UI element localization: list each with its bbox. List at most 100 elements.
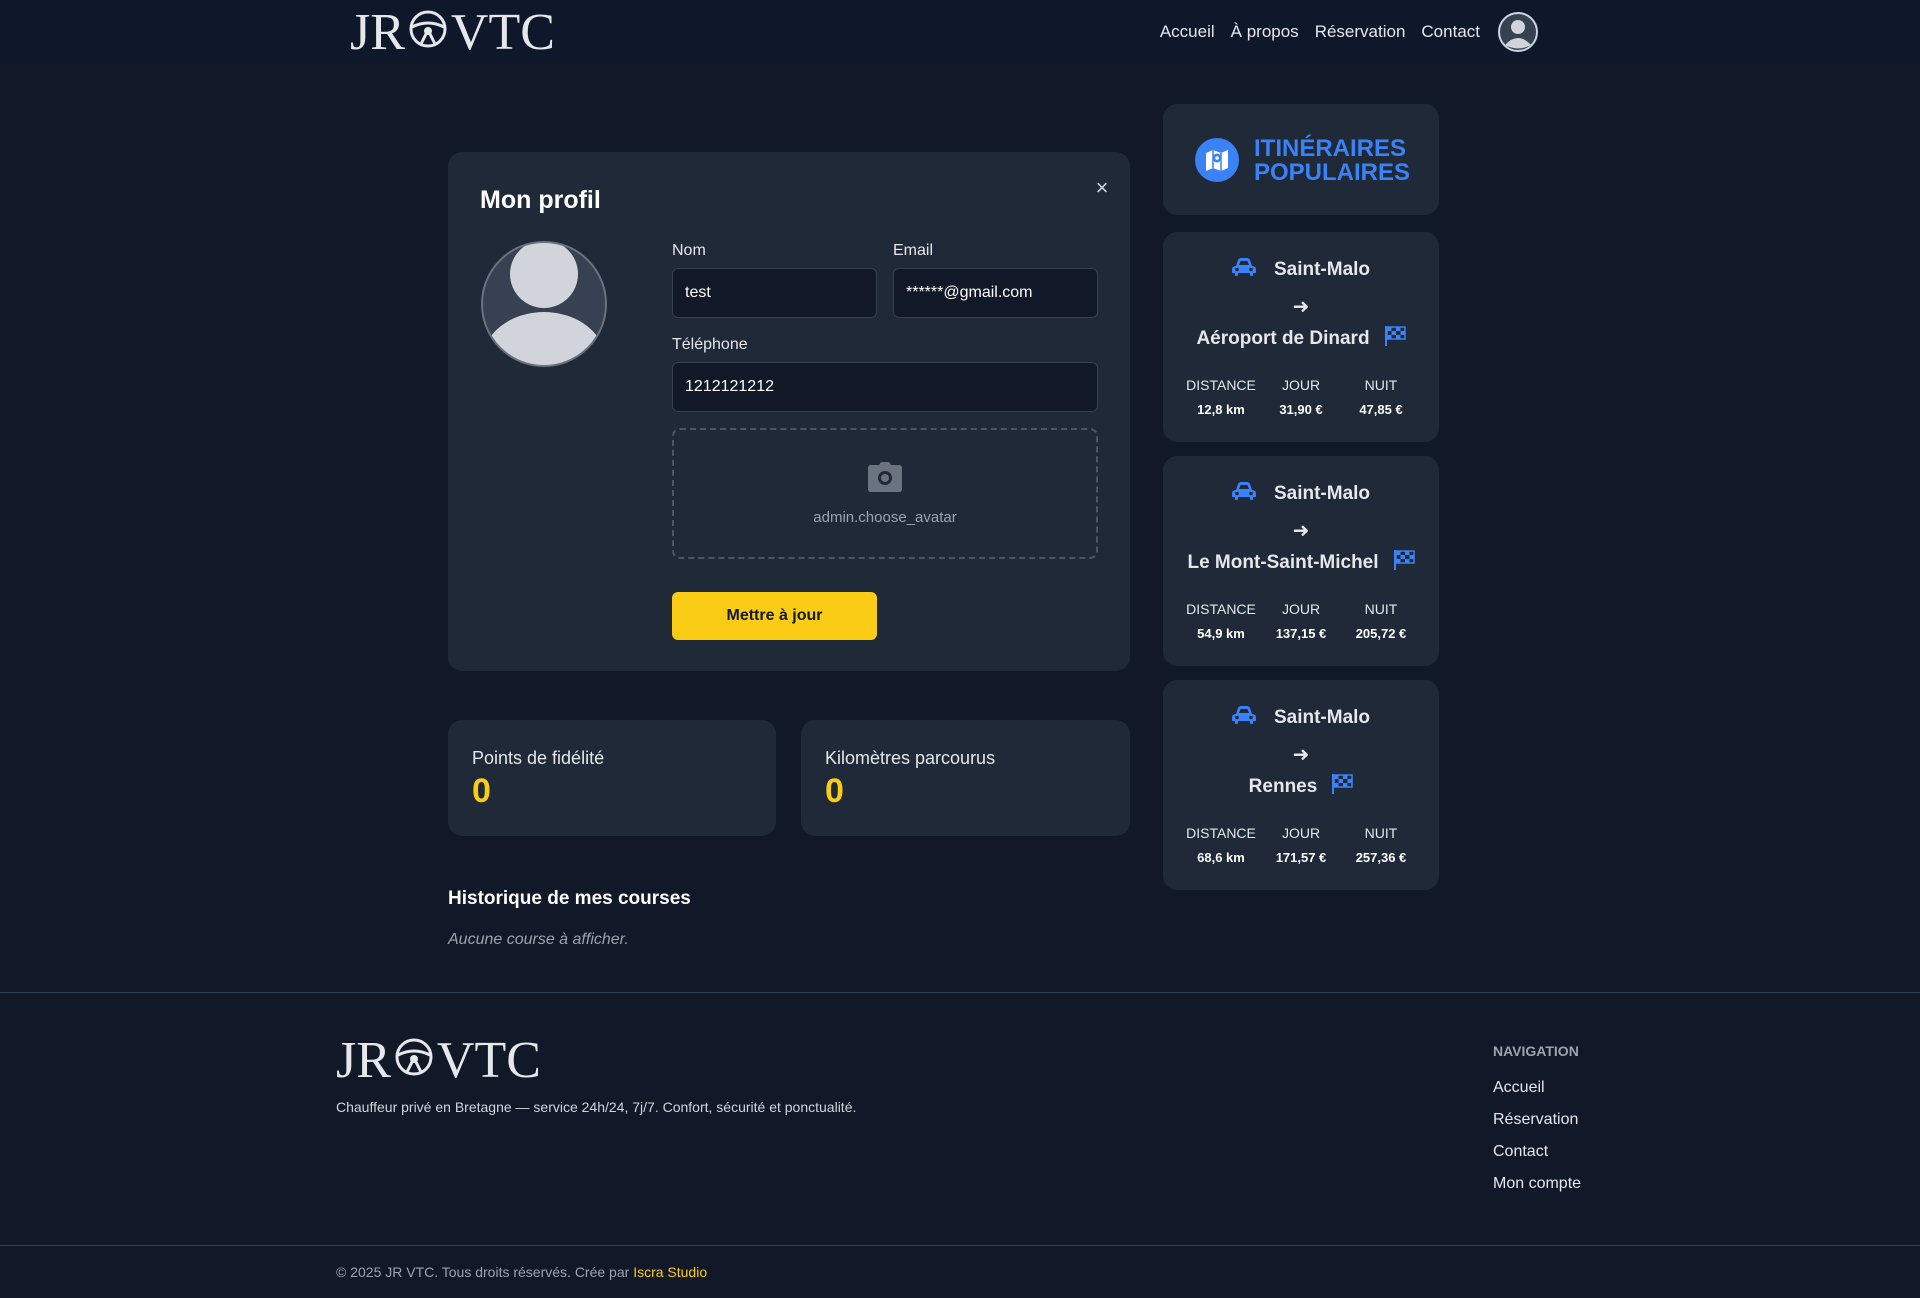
night-label: NUIT xyxy=(1364,825,1398,841)
copyright: © 2025 JR VTC. Tous droits réservés. Cré… xyxy=(336,1264,707,1280)
logo-text-left: JR xyxy=(336,1031,391,1089)
phone-label: Téléphone xyxy=(672,336,748,353)
kilometers-label: Kilomètres parcourus xyxy=(825,748,996,768)
route-origin-name: Saint-Malo xyxy=(1273,482,1371,504)
route-destination-name: Le Mont-Saint-Michel xyxy=(1187,551,1379,573)
route-night-price: NUIT 205,72 € xyxy=(1341,601,1421,641)
phone-field[interactable] xyxy=(672,362,1098,412)
day-price-value: 137,15 € xyxy=(1275,626,1327,641)
footer-link-contact[interactable]: Contact xyxy=(1493,1143,1548,1161)
top-header: JR VTC Accueil À propos Réservation Cont… xyxy=(0,0,1920,64)
route-origin: Saint-Malo xyxy=(1163,706,1439,729)
route-distance: DISTANCE 68,6 km xyxy=(1181,825,1261,865)
distance-value: 68,6 km xyxy=(1197,850,1245,865)
night-price-value: 47,85 € xyxy=(1359,402,1403,417)
route-arrow-icon: ➜ xyxy=(1292,744,1310,766)
loyalty-points-card: Points de fidélité 0 xyxy=(448,720,776,836)
route-distance: DISTANCE 12,8 km xyxy=(1181,377,1261,417)
map-pin-icon xyxy=(1195,138,1239,182)
logo-text-right: VTC xyxy=(436,1031,541,1089)
checkered-flag-icon xyxy=(1384,326,1406,351)
logo-text-right: VTC xyxy=(450,3,555,61)
update-button[interactable]: Mettre à jour xyxy=(672,592,877,640)
nav-link-contact[interactable]: Contact xyxy=(1421,22,1480,42)
footer-link-reservation[interactable]: Réservation xyxy=(1493,1111,1578,1129)
route-day-price: JOUR 137,15 € xyxy=(1261,601,1341,641)
nav-link-reservation[interactable]: Réservation xyxy=(1315,22,1406,42)
history-empty-message: Aucune course à afficher. xyxy=(448,931,629,948)
popular-routes-title-line1: ITINÉRAIRES xyxy=(1254,135,1407,162)
route-destination: Rennes xyxy=(1163,774,1439,799)
loyalty-points-value: 0 xyxy=(472,772,491,810)
route-stats: DISTANCE 54,9 km JOUR 137,15 € NUIT 205,… xyxy=(1181,601,1421,641)
day-label: JOUR xyxy=(1281,601,1321,617)
car-icon xyxy=(1231,706,1256,729)
camera-icon xyxy=(868,461,902,497)
logo-text-left: JR xyxy=(350,3,405,61)
name-label: Nom xyxy=(672,242,706,259)
route-origin: Saint-Malo xyxy=(1163,482,1439,505)
distance-label: DISTANCE xyxy=(1186,825,1256,841)
footer-bottom-divider xyxy=(0,1245,1920,1246)
route-origin: Saint-Malo xyxy=(1163,258,1439,281)
route-distance: DISTANCE 54,9 km xyxy=(1181,601,1261,641)
day-price-value: 31,90 € xyxy=(1279,402,1323,417)
copyright-text: © 2025 JR VTC. Tous droits réservés. Cré… xyxy=(336,1264,630,1280)
route-destination: Le Mont-Saint-Michel xyxy=(1163,550,1439,575)
route-origin-name: Saint-Malo xyxy=(1273,258,1371,280)
email-label: Email xyxy=(893,242,934,259)
popular-routes-title-line2: POPULAIRES xyxy=(1254,159,1411,186)
avatar-upload-label: admin.choose_avatar xyxy=(813,508,957,526)
checkered-flag-icon xyxy=(1331,774,1354,799)
night-label: NUIT xyxy=(1364,377,1398,393)
profile-title: Mon profil xyxy=(480,186,601,214)
popular-routes-title: ITINÉRAIRES POPULAIRES xyxy=(1254,137,1424,185)
night-price-value: 205,72 € xyxy=(1355,626,1407,641)
user-avatar-icon[interactable] xyxy=(1498,12,1538,52)
loyalty-points-label: Points de fidélité xyxy=(472,748,605,768)
route-card[interactable]: Saint-Malo ➜ Le Mont-Saint-Michel DISTAN… xyxy=(1163,456,1439,666)
day-price-value: 171,57 € xyxy=(1275,850,1327,865)
route-night-price: NUIT 257,36 € xyxy=(1341,825,1421,865)
close-button[interactable]: × xyxy=(1090,176,1114,200)
footer-logo[interactable]: JR VTC xyxy=(336,1032,541,1089)
route-stats: DISTANCE 68,6 km JOUR 171,57 € NUIT 257,… xyxy=(1181,825,1421,865)
route-day-price: JOUR 31,90 € xyxy=(1261,377,1341,417)
email-field[interactable] xyxy=(893,268,1098,318)
main-nav: Accueil À propos Réservation Contact xyxy=(1160,0,1538,64)
route-card[interactable]: Saint-Malo ➜ Aéroport de Dinard DISTANCE… xyxy=(1163,232,1439,442)
night-label: NUIT xyxy=(1364,601,1398,617)
route-destination: Aéroport de Dinard xyxy=(1163,326,1439,351)
kilometers-card: Kilomètres parcourus 0 xyxy=(801,720,1130,836)
distance-value: 12,8 km xyxy=(1197,402,1245,417)
history-title: Historique de mes courses xyxy=(448,888,691,909)
kilometers-value: 0 xyxy=(825,772,844,810)
route-arrow-icon: ➜ xyxy=(1292,296,1310,318)
profile-avatar xyxy=(480,240,608,368)
distance-value: 54,9 km xyxy=(1197,626,1245,641)
car-icon xyxy=(1231,482,1256,505)
nav-link-a-propos[interactable]: À propos xyxy=(1231,22,1299,42)
route-destination-name: Rennes xyxy=(1248,775,1318,797)
checkered-flag-icon xyxy=(1393,550,1415,575)
avatar-upload-dropzone[interactable]: admin.choose_avatar xyxy=(672,428,1098,559)
distance-label: DISTANCE xyxy=(1186,377,1256,393)
studio-link[interactable]: Iscra Studio xyxy=(633,1264,707,1280)
day-label: JOUR xyxy=(1281,377,1321,393)
footer-divider xyxy=(0,992,1920,993)
day-label: JOUR xyxy=(1281,825,1321,841)
brand-logo[interactable]: JR VTC xyxy=(350,4,555,61)
route-stats: DISTANCE 12,8 km JOUR 31,90 € NUIT 47,85… xyxy=(1181,377,1421,417)
footer-nav-title: NAVIGATION xyxy=(1493,1043,1579,1059)
route-destination-name: Aéroport de Dinard xyxy=(1196,327,1370,349)
name-field[interactable] xyxy=(672,268,877,318)
steering-wheel-icon xyxy=(408,3,448,62)
route-card[interactable]: Saint-Malo ➜ Rennes DISTANCE 68,6 km JOU… xyxy=(1163,680,1439,890)
profile-card: Mon profil × Nom Email Téléphone admin.c… xyxy=(448,152,1130,671)
footer-link-mon-compte[interactable]: Mon compte xyxy=(1493,1175,1581,1193)
nav-link-accueil[interactable]: Accueil xyxy=(1160,22,1215,42)
distance-label: DISTANCE xyxy=(1186,601,1256,617)
route-arrow-icon: ➜ xyxy=(1292,520,1310,542)
steering-wheel-icon xyxy=(394,1031,434,1090)
footer-link-accueil[interactable]: Accueil xyxy=(1493,1079,1545,1097)
